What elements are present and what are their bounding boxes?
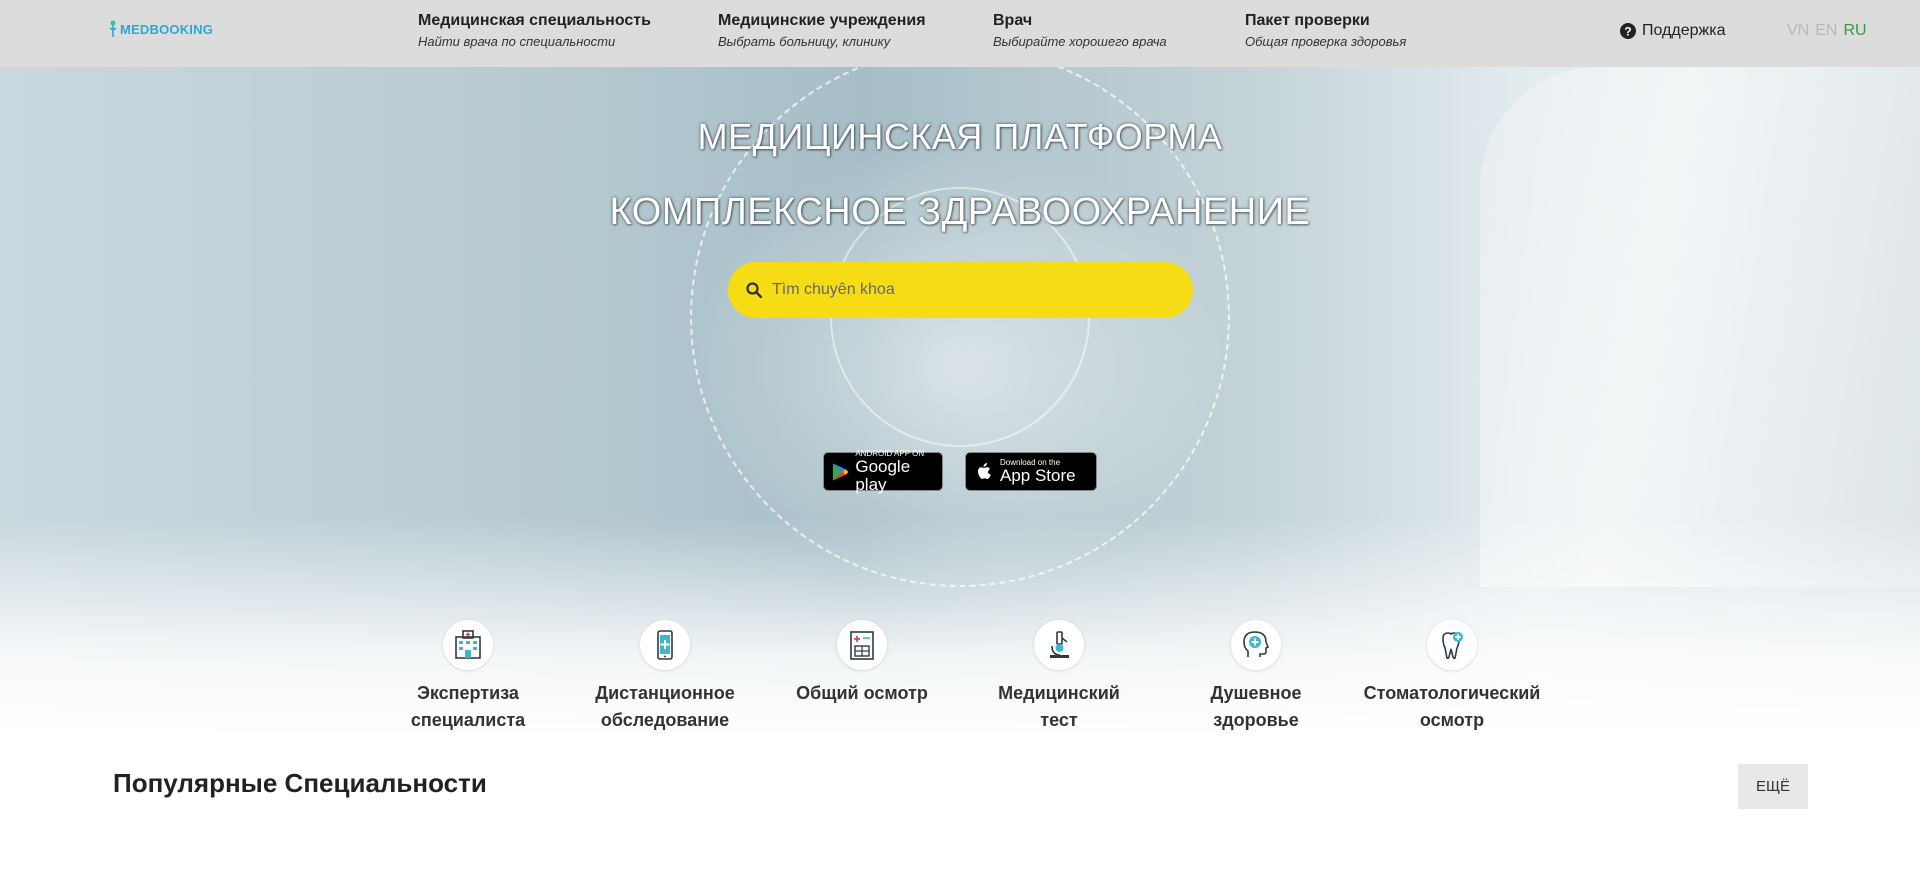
service-label-line2: специалиста <box>410 710 526 730</box>
service-dental-checkup[interactable]: Стоматологический осмотр <box>1356 620 1548 734</box>
clipboard-icon <box>850 631 874 660</box>
service-icon-wrap <box>1034 620 1084 670</box>
google-play-icon <box>832 462 849 481</box>
nav-specialty[interactable]: Медицинская специальность Найти врача по… <box>418 12 651 49</box>
head-mind-icon <box>1243 631 1270 657</box>
nav-title: Медицинские учреждения <box>718 12 926 29</box>
nav-title: Врач <box>993 12 1033 29</box>
logo[interactable]: MEDBOOKING <box>108 20 213 38</box>
service-icon-wrap <box>1231 620 1281 670</box>
support-link[interactable]: ? Поддержка <box>1620 22 1725 40</box>
nav-title: Пакет проверки <box>1245 12 1370 29</box>
top-header: MEDBOOKING Медицинская специальность Най… <box>0 0 1920 67</box>
phone-medical-icon <box>657 630 673 660</box>
service-medical-test[interactable]: Медицинский тест <box>964 620 1154 734</box>
service-mental-health[interactable]: Душевное здоровье <box>1161 620 1351 734</box>
logo-icon <box>109 20 117 37</box>
service-label-line2: обследование <box>600 710 730 730</box>
logo-text: MEDBOOKING <box>120 21 213 37</box>
nav-title: Медицинская специальность <box>418 12 651 29</box>
tooth-icon <box>1442 632 1463 660</box>
question-circle-icon: ? <box>1620 23 1636 39</box>
hospital-icon <box>455 630 481 659</box>
nav-checkup-package[interactable]: Пакет проверки Общая проверка здоровья <box>1245 12 1406 49</box>
search-icon <box>746 282 762 298</box>
service-icon-wrap <box>443 620 493 670</box>
nav-subtitle: Найти врача по специальности <box>418 34 616 49</box>
search-input[interactable] <box>772 281 1172 299</box>
lang-vn[interactable]: VN <box>1787 22 1809 40</box>
svg-text:?: ? <box>1624 25 1631 39</box>
service-label-line1: Общий осмотр <box>796 683 928 703</box>
service-label-line2: здоровье <box>1213 710 1299 730</box>
service-label-line1: Душевное <box>1210 683 1302 703</box>
service-icon-wrap <box>640 620 690 670</box>
app-store-badge[interactable]: Download on the App Store <box>965 452 1097 491</box>
lang-en[interactable]: EN <box>1815 22 1837 40</box>
nav-facilities[interactable]: Медицинские учреждения Выбрать больницу,… <box>718 12 926 49</box>
hero-title-line2: КОМПЛЕКСНОЕ ЗДРАВООХРАНЕНИЕ <box>609 191 1311 233</box>
apple-icon <box>978 462 991 479</box>
nav-subtitle: Выбирайте хорошего врача <box>993 34 1167 49</box>
service-label-line2: тест <box>1040 710 1078 730</box>
service-label-line1: Стоматологический <box>1363 683 1541 703</box>
service-general-checkup[interactable]: Общий осмотр <box>767 620 957 707</box>
service-label-line1: Экспертиза <box>417 683 519 703</box>
support-label: Поддержка <box>1642 22 1726 39</box>
nav-subtitle: Общая проверка здоровья <box>1245 34 1407 49</box>
service-icon-wrap <box>837 620 887 670</box>
google-play-badge[interactable]: ANDROID APP ON Google play <box>823 449 943 494</box>
language-switcher: VN EN RU <box>1787 22 1867 40</box>
service-label-line1: Медицинский <box>998 683 1120 703</box>
hero-title-line1: МЕДИЦИНСКАЯ ПЛАТФОРМА <box>697 116 1223 157</box>
app-store-big-text: App Store <box>1000 466 1076 485</box>
specialty-search-bar[interactable] <box>728 262 1193 318</box>
service-icon-wrap <box>1427 620 1477 670</box>
nav-subtitle: Выбрать больницу, клинику <box>718 34 891 49</box>
service-specialist-expertise[interactable]: Экспертиза специалиста <box>373 620 563 734</box>
nav-doctor[interactable]: Врач Выбирайте хорошего врача <box>993 12 1167 49</box>
microscope-icon <box>1050 631 1069 658</box>
hero-banner: МЕДИЦИНСКАЯ ПЛАТФОРМА КОМПЛЕКСНОЕ ЗДРАВО… <box>0 67 1920 737</box>
service-remote-examination[interactable]: Дистанционное обследование <box>570 620 760 734</box>
service-label-line1: Дистанционное <box>595 683 735 703</box>
lang-ru[interactable]: RU <box>1843 22 1866 40</box>
more-button[interactable]: ЕЩЁ <box>1738 764 1808 809</box>
popular-specialties-title: Популярные Специальности <box>113 768 487 798</box>
google-play-big-text: Google play <box>855 457 911 494</box>
service-label-line2: осмотр <box>1419 710 1485 730</box>
hero-fade <box>0 517 1920 737</box>
